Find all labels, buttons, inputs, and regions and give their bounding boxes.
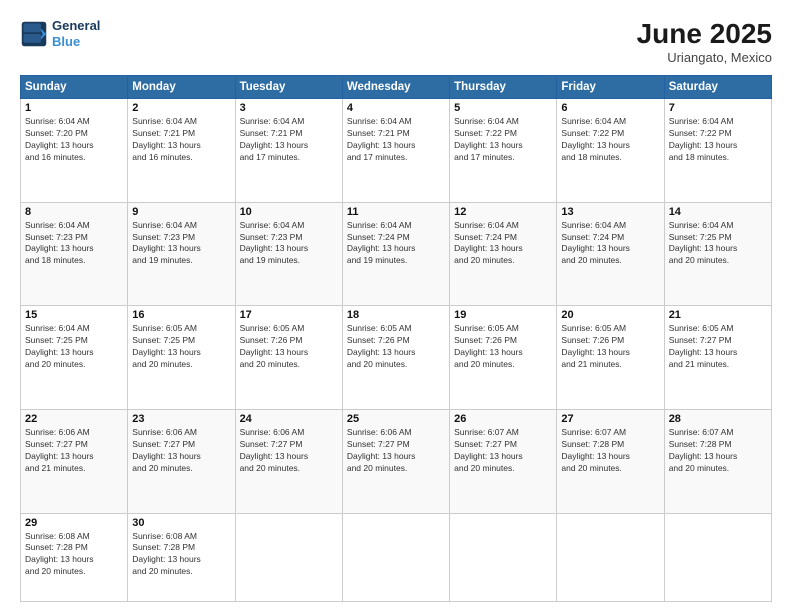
day-cell-19: 19 Sunrise: 6:05 AMSunset: 7:26 PMDaylig… <box>450 306 557 410</box>
col-monday: Monday <box>128 76 235 99</box>
empty-cell-5 <box>664 513 771 602</box>
day-cell-23: 23 Sunrise: 6:06 AMSunset: 7:27 PMDaylig… <box>128 409 235 513</box>
week-row-5: 29 Sunrise: 6:08 AMSunset: 7:28 PMDaylig… <box>21 513 772 602</box>
title-block: June 2025 Uriangato, Mexico <box>637 18 772 65</box>
col-friday: Friday <box>557 76 664 99</box>
main-title: June 2025 <box>637 18 772 50</box>
col-thursday: Thursday <box>450 76 557 99</box>
week-row-4: 22 Sunrise: 6:06 AMSunset: 7:27 PMDaylig… <box>21 409 772 513</box>
week-row-1: 1 Sunrise: 6:04 AMSunset: 7:20 PMDayligh… <box>21 99 772 203</box>
col-sunday: Sunday <box>21 76 128 99</box>
empty-cell-1 <box>235 513 342 602</box>
day-cell-11: 11 Sunrise: 6:04 AMSunset: 7:24 PMDaylig… <box>342 202 449 306</box>
day-cell-22: 22 Sunrise: 6:06 AMSunset: 7:27 PMDaylig… <box>21 409 128 513</box>
day-cell-21: 21 Sunrise: 6:05 AMSunset: 7:27 PMDaylig… <box>664 306 771 410</box>
day-cell-29: 29 Sunrise: 6:08 AMSunset: 7:28 PMDaylig… <box>21 513 128 602</box>
day-cell-17: 17 Sunrise: 6:05 AMSunset: 7:26 PMDaylig… <box>235 306 342 410</box>
day-cell-18: 18 Sunrise: 6:05 AMSunset: 7:26 PMDaylig… <box>342 306 449 410</box>
day-cell-6: 6 Sunrise: 6:04 AMSunset: 7:22 PMDayligh… <box>557 99 664 203</box>
day-cell-20: 20 Sunrise: 6:05 AMSunset: 7:26 PMDaylig… <box>557 306 664 410</box>
day-cell-25: 25 Sunrise: 6:06 AMSunset: 7:27 PMDaylig… <box>342 409 449 513</box>
empty-cell-3 <box>450 513 557 602</box>
page: General Blue June 2025 Uriangato, Mexico… <box>0 0 792 612</box>
weekday-header-row: Sunday Monday Tuesday Wednesday Thursday… <box>21 76 772 99</box>
day-cell-2: 2 Sunrise: 6:04 AMSunset: 7:21 PMDayligh… <box>128 99 235 203</box>
col-tuesday: Tuesday <box>235 76 342 99</box>
day-cell-9: 9 Sunrise: 6:04 AMSunset: 7:23 PMDayligh… <box>128 202 235 306</box>
subtitle: Uriangato, Mexico <box>637 50 772 65</box>
week-row-3: 15 Sunrise: 6:04 AMSunset: 7:25 PMDaylig… <box>21 306 772 410</box>
day-cell-27: 27 Sunrise: 6:07 AMSunset: 7:28 PMDaylig… <box>557 409 664 513</box>
day-cell-4: 4 Sunrise: 6:04 AMSunset: 7:21 PMDayligh… <box>342 99 449 203</box>
week-row-2: 8 Sunrise: 6:04 AMSunset: 7:23 PMDayligh… <box>21 202 772 306</box>
day-cell-15: 15 Sunrise: 6:04 AMSunset: 7:25 PMDaylig… <box>21 306 128 410</box>
day-cell-12: 12 Sunrise: 6:04 AMSunset: 7:24 PMDaylig… <box>450 202 557 306</box>
day-cell-13: 13 Sunrise: 6:04 AMSunset: 7:24 PMDaylig… <box>557 202 664 306</box>
logo-text: General Blue <box>52 18 100 49</box>
day-cell-14: 14 Sunrise: 6:04 AMSunset: 7:25 PMDaylig… <box>664 202 771 306</box>
logo-line1: General <box>52 18 100 34</box>
header: General Blue June 2025 Uriangato, Mexico <box>20 18 772 65</box>
col-wednesday: Wednesday <box>342 76 449 99</box>
empty-cell-2 <box>342 513 449 602</box>
day-cell-30: 30 Sunrise: 6:08 AMSunset: 7:28 PMDaylig… <box>128 513 235 602</box>
logo: General Blue <box>20 18 100 49</box>
day-cell-1: 1 Sunrise: 6:04 AMSunset: 7:20 PMDayligh… <box>21 99 128 203</box>
day-cell-26: 26 Sunrise: 6:07 AMSunset: 7:27 PMDaylig… <box>450 409 557 513</box>
day-cell-5: 5 Sunrise: 6:04 AMSunset: 7:22 PMDayligh… <box>450 99 557 203</box>
day-cell-28: 28 Sunrise: 6:07 AMSunset: 7:28 PMDaylig… <box>664 409 771 513</box>
day-cell-3: 3 Sunrise: 6:04 AMSunset: 7:21 PMDayligh… <box>235 99 342 203</box>
col-saturday: Saturday <box>664 76 771 99</box>
calendar-table: Sunday Monday Tuesday Wednesday Thursday… <box>20 75 772 602</box>
logo-icon <box>20 20 48 48</box>
empty-cell-4 <box>557 513 664 602</box>
day-cell-7: 7 Sunrise: 6:04 AMSunset: 7:22 PMDayligh… <box>664 99 771 203</box>
day-cell-10: 10 Sunrise: 6:04 AMSunset: 7:23 PMDaylig… <box>235 202 342 306</box>
day-cell-16: 16 Sunrise: 6:05 AMSunset: 7:25 PMDaylig… <box>128 306 235 410</box>
day-cell-24: 24 Sunrise: 6:06 AMSunset: 7:27 PMDaylig… <box>235 409 342 513</box>
day-cell-8: 8 Sunrise: 6:04 AMSunset: 7:23 PMDayligh… <box>21 202 128 306</box>
logo-line2: Blue <box>52 34 80 49</box>
